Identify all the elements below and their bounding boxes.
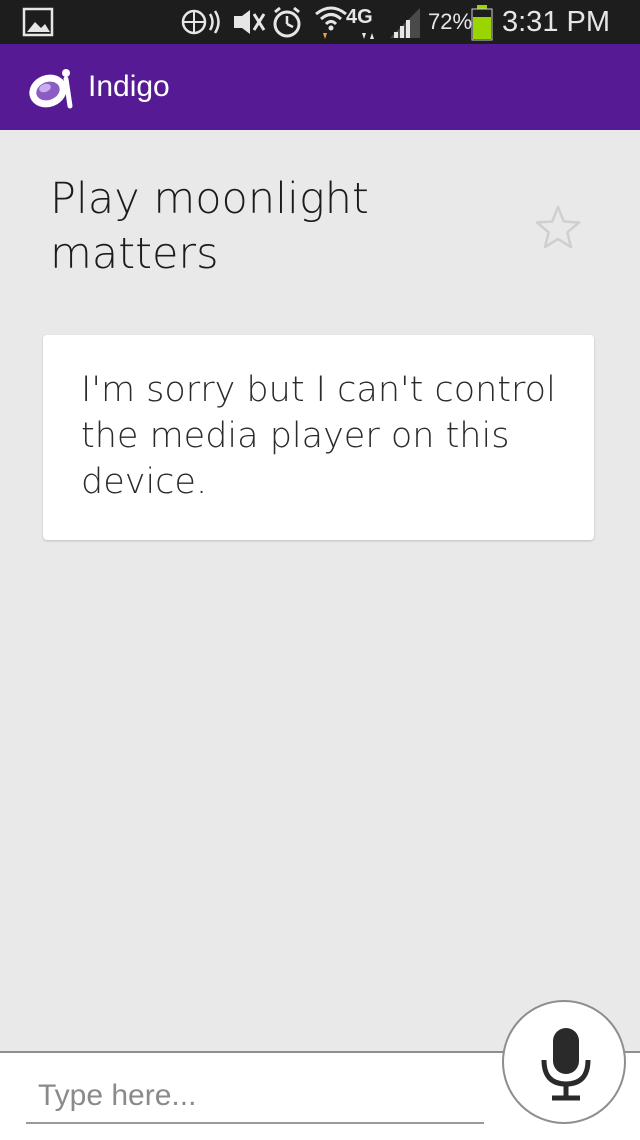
user-query: Play moonlight matters [50, 174, 369, 279]
signal-icon [390, 8, 420, 38]
star-outline-icon[interactable] [534, 204, 582, 250]
app-bar: Indigo [0, 44, 640, 130]
clock: 3:31 PM [502, 6, 610, 38]
image-icon [22, 7, 54, 37]
indigo-logo-icon[interactable] [26, 64, 76, 112]
response-card: I'm sorry but I can't control the media … [43, 335, 594, 540]
response-text: I'm sorry but I can't control the media … [81, 370, 556, 502]
voice-input-button[interactable] [502, 1000, 626, 1124]
wifi-icon [315, 6, 347, 39]
microphone-icon [541, 1028, 591, 1101]
battery-percent: 72% [428, 9, 473, 34]
alarm-icon [273, 6, 301, 38]
lte-icon [362, 33, 374, 39]
message-input[interactable] [26, 1070, 484, 1124]
battery-icon [471, 5, 493, 41]
mute-icon [234, 10, 266, 34]
status-bar: 4G 72% 3:31 PM [0, 0, 640, 44]
nfc-icon [181, 9, 220, 35]
app-title: Indigo [88, 70, 170, 103]
